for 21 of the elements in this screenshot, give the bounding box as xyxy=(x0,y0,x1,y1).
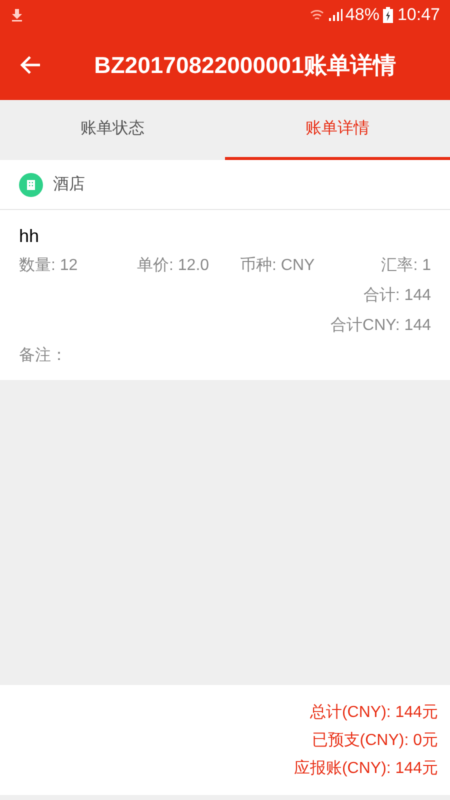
back-arrow-icon xyxy=(19,55,41,75)
download-icon xyxy=(10,8,24,22)
quantity-text: 数量: 12 xyxy=(19,256,79,276)
summary-line: 应报账(CNY): 144元 xyxy=(294,758,438,778)
note-label: 备注： xyxy=(19,346,68,366)
exchange-rate-text: 汇率: 1 xyxy=(381,256,431,276)
category-label: 酒店 xyxy=(53,174,85,194)
item-name: hh xyxy=(19,225,40,248)
building-icon xyxy=(19,172,43,196)
summary-line: 总计(CNY): 144元 xyxy=(310,702,438,722)
signal-icon xyxy=(327,7,344,23)
clock: 10:47 xyxy=(397,4,440,26)
subtotal-cny-text: 合计CNY: 144 xyxy=(330,316,431,336)
tab[interactable]: 账单状态 xyxy=(0,100,225,160)
summary-line: 已预支(CNY): 0元 xyxy=(312,730,438,750)
subtotal-text: 合计: 144 xyxy=(363,286,431,306)
currency-text: 币种: CNY xyxy=(240,256,315,276)
battery-percent: 48% xyxy=(345,4,380,26)
battery-icon xyxy=(383,7,394,23)
unit-price-text: 单价: 12.0 xyxy=(137,256,210,276)
page-title: BZ20170822000001账单详情 xyxy=(93,50,397,80)
